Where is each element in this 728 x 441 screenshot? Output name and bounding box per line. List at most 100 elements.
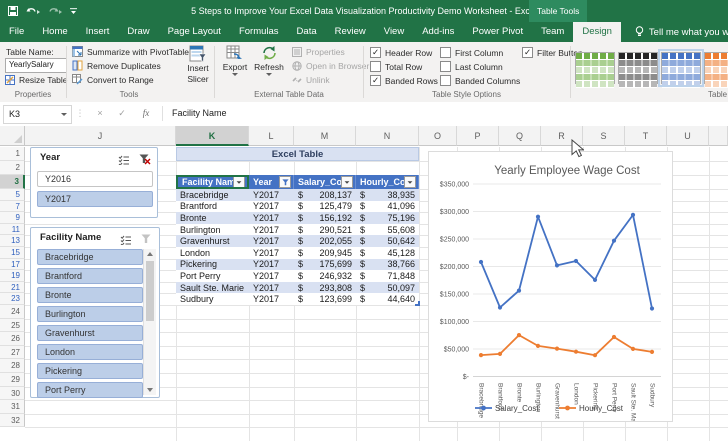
row-header-27[interactable]: 27 — [0, 346, 25, 360]
data-point[interactable] — [593, 353, 597, 357]
column-header-Q[interactable]: Q — [499, 126, 541, 146]
table-resize-handle[interactable] — [415, 301, 420, 306]
table-cell[interactable]: Y2017 — [249, 259, 294, 271]
checkbox-first-column[interactable]: First Column — [440, 47, 503, 58]
slicer-item-bracebridge[interactable]: Bracebridge — [37, 249, 143, 265]
row-header-24[interactable]: 24 — [0, 305, 25, 319]
table-cell[interactable]: Y2017 — [249, 201, 294, 213]
filter-button[interactable] — [404, 176, 416, 188]
legend-label[interactable]: Hourly_Cost — [579, 404, 624, 413]
table-style-thumbnail-black[interactable] — [618, 52, 658, 84]
table-cell[interactable]: Bracebridge — [176, 189, 249, 201]
table-cell[interactable]: $38,935 — [356, 189, 419, 201]
filter-button[interactable] — [233, 176, 245, 188]
remove-duplicates-button[interactable]: Remove Duplicates — [72, 60, 161, 71]
table-cell[interactable]: $290,521 — [294, 224, 356, 236]
row-header-2[interactable]: 2 — [0, 161, 25, 175]
table-cell[interactable]: $75,196 — [356, 212, 419, 224]
data-point[interactable] — [498, 352, 502, 356]
data-point[interactable] — [555, 347, 559, 351]
data-point[interactable] — [612, 335, 616, 339]
column-header-P[interactable]: P — [457, 126, 499, 146]
table-name-input[interactable]: YearlySalary — [5, 58, 67, 73]
column-header-L[interactable]: L — [249, 126, 294, 146]
data-point[interactable] — [536, 344, 540, 348]
row-header-11[interactable]: 11 — [0, 224, 25, 236]
data-point[interactable] — [517, 289, 521, 293]
table-cell[interactable]: $50,097 — [356, 282, 419, 294]
tab-page-layout[interactable]: Page Layout — [159, 22, 230, 42]
table-cell[interactable]: Burlington — [176, 224, 249, 236]
row-header-23[interactable]: 23 — [0, 293, 25, 305]
data-point[interactable] — [498, 305, 502, 309]
row-header-3[interactable]: 3 — [0, 175, 25, 189]
tab-design[interactable]: Design — [573, 22, 621, 42]
slicer-item-gravenhurst[interactable]: Gravenhurst — [37, 325, 143, 341]
table-cell[interactable]: $44,640 — [356, 293, 419, 305]
cancel-icon[interactable]: × — [92, 105, 108, 122]
checkbox-banded-columns[interactable]: Banded Columns — [440, 75, 520, 86]
checkbox-header-row[interactable]: ✓ Header Row — [370, 47, 432, 58]
table-cell[interactable]: $50,642 — [356, 235, 419, 247]
slicer-item-y2016[interactable]: Y2016 — [37, 171, 153, 187]
table-cell[interactable]: Y2017 — [249, 189, 294, 201]
table-cell[interactable]: Y2017 — [249, 224, 294, 236]
tab-power-pivot[interactable]: Power Pivot — [463, 22, 532, 42]
column-header-M[interactable]: M — [294, 126, 356, 146]
table-cell[interactable]: $156,192 — [294, 212, 356, 224]
table-style-thumbnail-orange[interactable] — [704, 52, 728, 84]
multi-select-icon[interactable] — [120, 232, 132, 250]
table-cell[interactable]: Brantford — [176, 201, 249, 213]
table-cell[interactable]: $202,055 — [294, 235, 356, 247]
table-cell[interactable]: Gravenhurst — [176, 235, 249, 247]
formula-input[interactable]: Facility Name — [172, 105, 227, 122]
table-cell[interactable]: $125,479 — [294, 201, 356, 213]
tab-file[interactable]: File — [0, 22, 33, 42]
tab-home[interactable]: Home — [33, 22, 76, 42]
data-point[interactable] — [574, 350, 578, 354]
tab-formulas[interactable]: Formulas — [230, 22, 288, 42]
table-cell[interactable]: $123,699 — [294, 293, 356, 305]
checkbox-total-row[interactable]: Total Row — [370, 61, 422, 72]
table-cell[interactable]: $175,699 — [294, 259, 356, 271]
insert-slicer-button[interactable]: Insert Slicer — [183, 45, 213, 84]
summarize-pivottable-button[interactable]: Summarize with PivotTable — [72, 46, 189, 57]
table-header-hourly-cost[interactable]: Hourly_Cost — [356, 175, 419, 189]
tab-add-ins[interactable]: Add-ins — [413, 22, 463, 42]
data-point[interactable] — [593, 278, 597, 282]
name-box-dropdown-icon[interactable] — [61, 113, 67, 116]
row-header-26[interactable]: 26 — [0, 332, 25, 346]
series-line-hourly_cost[interactable] — [481, 335, 652, 355]
refresh-button[interactable]: Refresh — [252, 45, 286, 76]
resize-table-button[interactable]: Resize Table — [5, 75, 68, 85]
slicer-item-london[interactable]: London — [37, 344, 143, 360]
table-header-facility-name[interactable]: Facility Name — [176, 175, 249, 189]
table-cell[interactable]: $41,096 — [356, 201, 419, 213]
table-cell[interactable]: Y2017 — [249, 212, 294, 224]
table-cell[interactable]: $293,808 — [294, 282, 356, 294]
table-cell[interactable]: Pickering — [176, 259, 249, 271]
table-cell[interactable]: Y2017 — [249, 282, 294, 294]
column-header-partial[interactable] — [709, 126, 728, 146]
column-header-U[interactable]: U — [667, 126, 709, 146]
table-cell[interactable]: Port Perry — [176, 270, 249, 282]
checkbox-filter-button[interactable]: ✓ Filter Button — [522, 47, 583, 58]
tab-insert[interactable]: Insert — [77, 22, 119, 42]
tab-draw[interactable]: Draw — [118, 22, 158, 42]
row-header-29[interactable]: 29 — [0, 373, 25, 387]
select-all-corner[interactable] — [0, 126, 25, 146]
checkbox-last-column[interactable]: Last Column — [440, 61, 503, 72]
row-header-13[interactable]: 13 — [0, 235, 25, 247]
legend-label[interactable]: Salary_Cost — [495, 404, 539, 413]
table-cell[interactable]: London — [176, 247, 249, 259]
tab-view[interactable]: View — [375, 22, 413, 42]
insert-function-icon[interactable]: fx — [138, 105, 154, 122]
data-point[interactable] — [536, 215, 540, 219]
slicer-scrollbar[interactable] — [143, 249, 156, 395]
data-point[interactable] — [555, 263, 559, 267]
row-header-9[interactable]: 9 — [0, 212, 25, 224]
multi-select-icon[interactable] — [118, 152, 130, 170]
clear-filter-icon[interactable] — [139, 152, 151, 170]
table-cell[interactable]: Bronte — [176, 212, 249, 224]
excel-table-title-cell[interactable]: Excel Table — [176, 147, 419, 161]
